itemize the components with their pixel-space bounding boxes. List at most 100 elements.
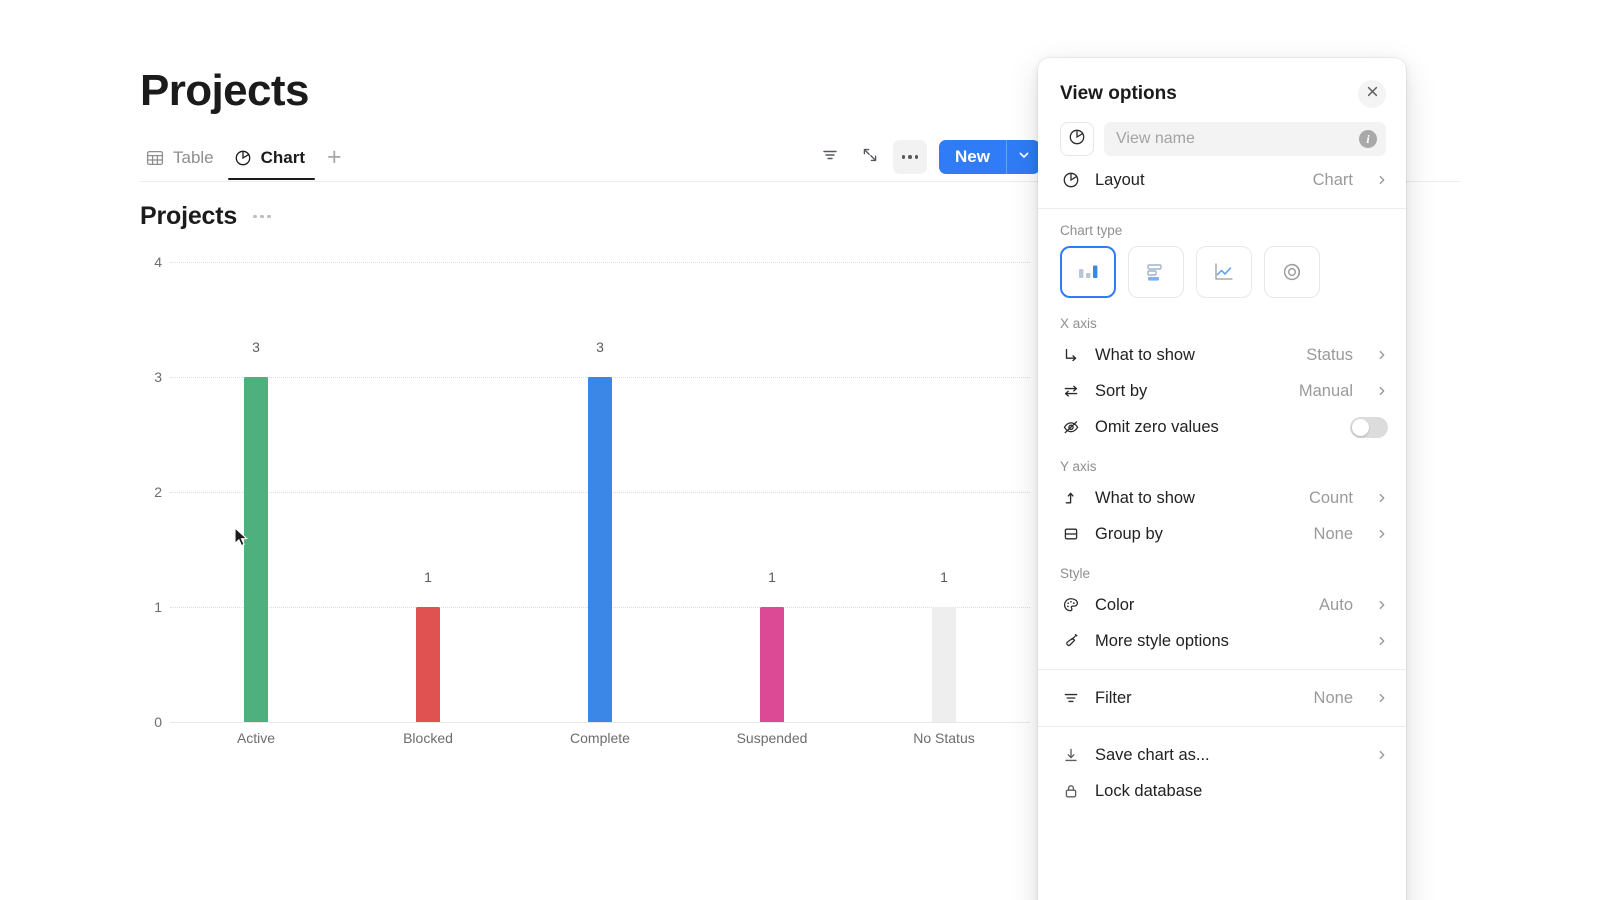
- y-group-by-row[interactable]: Group by None: [1038, 516, 1406, 552]
- sort-arrows-icon: [1060, 382, 1082, 400]
- tab-table[interactable]: Table: [140, 144, 224, 180]
- filter-button[interactable]: [813, 140, 847, 174]
- filter-value: None: [1313, 688, 1353, 707]
- arrow-turn-right-icon: [1060, 346, 1082, 364]
- chart-bar[interactable]: [588, 377, 612, 722]
- view-name-field: i: [1104, 122, 1386, 156]
- more-style-options-row[interactable]: More style options: [1038, 623, 1406, 659]
- view-options-panel: View options View name i Layout Chart Ch…: [1038, 58, 1406, 900]
- view-name-row: i: [1038, 122, 1406, 162]
- tab-table-label: Table: [173, 148, 214, 167]
- filter-row[interactable]: Filter None: [1038, 680, 1406, 716]
- color-row[interactable]: Color Auto: [1038, 587, 1406, 623]
- omit-zero-values-row[interactable]: Omit zero values: [1038, 409, 1406, 445]
- table-icon: [146, 149, 164, 167]
- new-button-dropdown[interactable]: [1006, 140, 1040, 174]
- chevron-right-icon: [1376, 349, 1388, 361]
- chart-bar-group[interactable]: 1: [342, 262, 514, 722]
- y-axis-tick: 1: [154, 599, 162, 615]
- chevron-right-icon: [1376, 749, 1388, 761]
- horizontal-bar-chart-icon[interactable]: [1128, 246, 1184, 298]
- view-icon-button[interactable]: [1060, 122, 1094, 156]
- y-axis-tick: 0: [154, 714, 162, 730]
- eye-off-icon: [1060, 418, 1082, 436]
- chart-header: Projects: [140, 202, 273, 231]
- palette-icon: [1060, 596, 1082, 614]
- chevron-right-icon: [1376, 492, 1388, 504]
- x-axis-labels: Active Blocked Complete Suspended No Status: [170, 730, 1030, 746]
- lock-icon: [1060, 782, 1082, 800]
- more-options-button[interactable]: [893, 140, 928, 174]
- style-section-label: Style: [1060, 566, 1091, 581]
- chart-bar[interactable]: [416, 607, 440, 722]
- lock-database-label: Lock database: [1095, 781, 1203, 800]
- chevron-down-icon: [1017, 148, 1031, 167]
- x-sort-by-row[interactable]: Sort by Manual: [1038, 373, 1406, 409]
- info-icon[interactable]: i: [1359, 130, 1377, 148]
- chart-bar[interactable]: [760, 607, 784, 722]
- x-what-to-show-row[interactable]: What to show Status: [1038, 337, 1406, 373]
- x-axis-tick: Suspended: [736, 730, 808, 746]
- view-name-input[interactable]: [1104, 122, 1386, 156]
- panel-divider-3: [1038, 726, 1406, 727]
- chart-menu-button[interactable]: [251, 209, 273, 225]
- gridline: [170, 722, 1030, 723]
- more-style-options-label: More style options: [1095, 631, 1229, 650]
- view-toolbar: New: [813, 140, 1040, 174]
- omit-zero-values-label: Omit zero values: [1095, 417, 1219, 436]
- filter-icon: [821, 146, 839, 169]
- chart-bar-group[interactable]: 1: [858, 262, 1030, 722]
- chart-type-options: [1038, 244, 1406, 302]
- download-icon: [1060, 746, 1082, 764]
- tab-chart-label: Chart: [260, 148, 306, 167]
- bar-value-label: 1: [424, 569, 432, 585]
- add-view-button[interactable]: +: [319, 144, 350, 180]
- y-axis-tick: 2: [154, 484, 162, 500]
- y-group-by-value: None: [1313, 524, 1353, 543]
- chart-bars: 3 1 3 1 1: [170, 262, 1030, 722]
- omit-zero-values-toggle[interactable]: [1350, 416, 1388, 438]
- vertical-bar-chart-icon[interactable]: [1060, 246, 1116, 298]
- save-chart-as-label: Save chart as...: [1095, 745, 1210, 764]
- chevron-right-icon: [1376, 635, 1388, 647]
- pie-chart-icon: [1060, 171, 1082, 189]
- panel-divider-2: [1038, 669, 1406, 670]
- app-root: Projects Table Chart + New Projects 0 1 …: [0, 0, 1600, 900]
- new-button-label: New: [955, 147, 990, 166]
- bar-value-label: 3: [252, 339, 260, 355]
- new-button[interactable]: New: [939, 140, 1040, 174]
- chart-bar[interactable]: [932, 607, 956, 722]
- expand-button[interactable]: [853, 140, 887, 174]
- x-axis-tick: Blocked: [403, 730, 453, 746]
- chart-bar-group[interactable]: 3: [170, 262, 342, 722]
- more-horizontal-icon: [901, 155, 919, 159]
- arrow-up-turn-icon: [1060, 489, 1082, 507]
- expand-icon: [861, 146, 879, 169]
- x-what-to-show-value: Status: [1306, 345, 1353, 364]
- chart-bar-group[interactable]: 3: [514, 262, 686, 722]
- panel-header: View options: [1038, 58, 1406, 122]
- y-group-by-label: Group by: [1095, 524, 1163, 543]
- tab-chart[interactable]: Chart: [227, 144, 316, 180]
- color-label: Color: [1095, 595, 1135, 614]
- pie-chart-icon: [234, 149, 252, 167]
- mouse-cursor: [234, 526, 249, 554]
- layout-row[interactable]: Layout Chart: [1038, 162, 1406, 198]
- save-chart-as-row[interactable]: Save chart as...: [1038, 737, 1406, 773]
- chevron-right-icon: [1376, 692, 1388, 704]
- x-axis-tick: No Status: [913, 730, 975, 746]
- chevron-right-icon: [1376, 385, 1388, 397]
- donut-chart-icon[interactable]: [1264, 246, 1320, 298]
- x-what-to-show-label: What to show: [1095, 345, 1195, 364]
- bar-value-label: 1: [768, 569, 776, 585]
- line-chart-icon[interactable]: [1196, 246, 1252, 298]
- lock-database-row[interactable]: Lock database: [1038, 773, 1406, 809]
- chart-bar-group[interactable]: 1: [686, 262, 858, 722]
- layout-label: Layout: [1095, 170, 1145, 189]
- close-panel-button[interactable]: [1358, 80, 1386, 108]
- y-what-to-show-row[interactable]: What to show Count: [1038, 480, 1406, 516]
- page-title: Projects: [140, 66, 309, 115]
- chart-title: Projects: [140, 202, 238, 230]
- x-axis-section-label: X axis: [1060, 316, 1097, 331]
- y-axis-labels: 0 1 2 3 4: [140, 254, 168, 730]
